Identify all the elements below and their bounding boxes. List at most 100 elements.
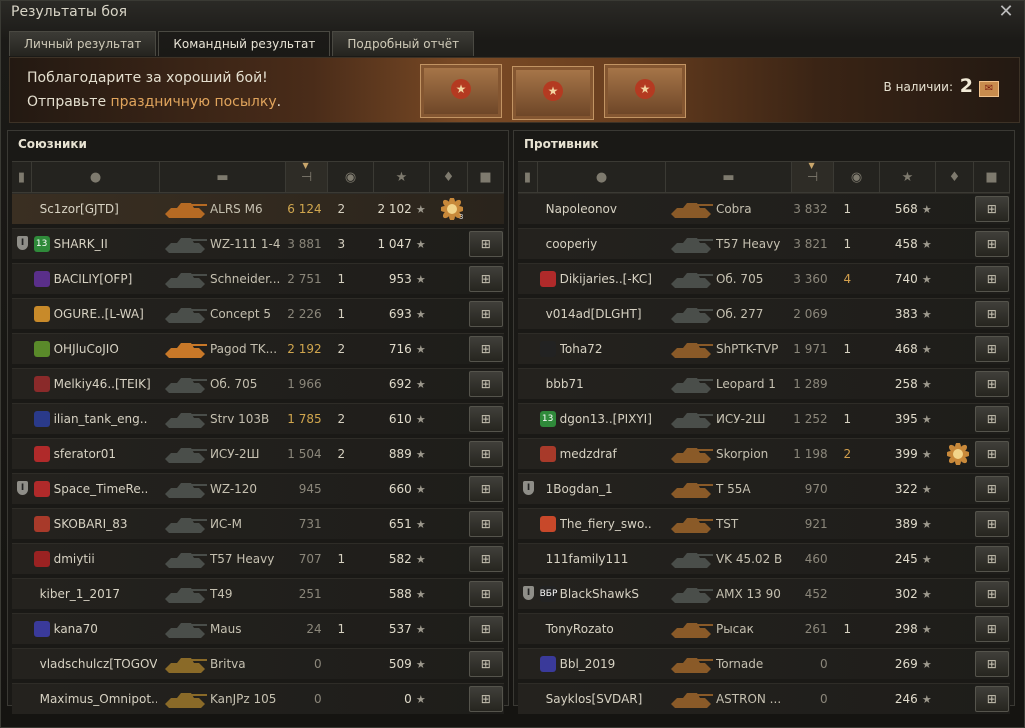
player-row[interactable]: cooperiy T57 Heavy 3 821 1 458 ★ ⊞ <box>518 228 1010 259</box>
send-gift-button[interactable]: ⊞ <box>974 476 1009 502</box>
player-row[interactable]: SKOBARI_83 ИС-М 731 651 ★ ⊞ <box>12 508 504 539</box>
frags-column-icon[interactable]: ◉ <box>834 162 880 192</box>
player-row[interactable]: Toha72 ShPTK-TVP 1 971 1 468 ★ ⊞ <box>518 333 1010 364</box>
gift-cell: ⊞ <box>974 194 1010 224</box>
send-gift-button[interactable]: ⊞ <box>974 196 1009 222</box>
send-gift-button[interactable]: ⊞ <box>974 371 1009 397</box>
tank-icon <box>157 369 210 399</box>
send-gift-button[interactable]: ⊞ <box>468 441 503 467</box>
achievement-medal-icon[interactable] <box>947 443 970 465</box>
xp-value: 389 <box>894 517 918 531</box>
send-gift-button[interactable]: ⊞ <box>468 616 503 642</box>
tank-silhouette-icon <box>165 623 208 638</box>
player-row[interactable]: I ВБР BlackShawkS AMX 13 90 452 302 ★ ⊞ <box>518 578 1010 609</box>
player-row[interactable]: The_fiery_swo.. TST 921 389 ★ ⊞ <box>518 508 1010 539</box>
player-row[interactable]: medzdraf Skorpion 1 198 2 399 ★ ⊞ <box>518 438 1010 469</box>
send-gift-button[interactable]: ⊞ <box>974 301 1009 327</box>
frags-column-icon[interactable]: ◉ <box>328 162 374 192</box>
tank-name: T 55A <box>715 482 751 496</box>
tab-detailed-report[interactable]: Подробный отчёт <box>332 31 475 56</box>
send-gift-button[interactable]: ⊞ <box>468 301 503 327</box>
send-gift-button[interactable]: ⊞ <box>468 546 503 572</box>
tank-column-icon[interactable]: ▬ <box>160 162 286 192</box>
tank-name: Об. 705 <box>209 377 258 391</box>
send-gift-button[interactable]: ⊞ <box>974 406 1009 432</box>
send-gift-button[interactable]: ⊞ <box>974 546 1009 572</box>
xp-star-icon: ★ <box>415 482 426 496</box>
send-gift-button[interactable]: ⊞ <box>468 336 503 362</box>
send-gift-button[interactable]: ⊞ <box>468 581 503 607</box>
tank-silhouette-icon <box>165 553 208 568</box>
player-row[interactable]: Sc1zor[GJTD] ALRS M6 6 124 2 2 102 ★ 3 <box>12 193 504 224</box>
tab-team-result[interactable]: Командный результат <box>158 31 331 56</box>
player-row[interactable]: dmiytii T57 Heavy 707 1 582 ★ ⊞ <box>12 543 504 574</box>
player-row[interactable]: bbb71 Leopard 1 1 289 258 ★ ⊞ <box>518 368 1010 399</box>
xp-value: 1 047 <box>377 237 412 251</box>
medal-column-icon[interactable]: ♦ <box>936 162 974 192</box>
xp-column-icon[interactable]: ★ <box>374 162 430 192</box>
squad-column-icon[interactable]: ▮ <box>12 162 32 192</box>
send-gift-button[interactable]: ⊞ <box>974 511 1009 537</box>
player-row[interactable]: I 13 SHARK_II WZ-111 1-4 3 881 3 1 047 ★ ⊞ <box>12 228 504 259</box>
xp-column-icon[interactable]: ★ <box>880 162 936 192</box>
player-row[interactable]: 13 dgon13..[PIXYI] ИСУ-2Ш 1 252 1 395 ★ ⊞ <box>518 403 1010 434</box>
player-row[interactable]: I Space_TimeRe.. WZ-120 945 660 ★ ⊞ <box>12 473 504 504</box>
gift-column-icon[interactable]: ■ <box>468 162 504 192</box>
player-row[interactable]: Napoleonov Cobra 3 832 1 568 ★ ⊞ <box>518 193 1010 224</box>
player-row[interactable]: v014ad[DLGHT] Об. 277 2 069 383 ★ ⊞ <box>518 298 1010 329</box>
gift-column-icon[interactable]: ■ <box>974 162 1010 192</box>
tank-column-icon[interactable]: ▬ <box>666 162 792 192</box>
send-gift-button[interactable]: ⊞ <box>468 651 503 677</box>
medal-cell <box>937 299 974 329</box>
squad-column-icon[interactable]: ▮ <box>518 162 538 192</box>
send-gift-button[interactable]: ⊞ <box>468 511 503 537</box>
player-row[interactable]: Sayklos[SVDAR] ASTRON ... 0 246 ★ ⊞ <box>518 683 1010 714</box>
send-gift-button[interactable]: ⊞ <box>468 266 503 292</box>
tank-name: TST <box>715 517 739 531</box>
player-row[interactable]: Melkiy46..[TEIK] Об. 705 1 966 692 ★ ⊞ <box>12 368 504 399</box>
send-gift-button[interactable]: ⊞ <box>974 266 1009 292</box>
player-row[interactable]: Maximus_Omnipot.. KanJPz 105 0 0 ★ ⊞ <box>12 683 504 714</box>
send-gift-button[interactable]: ⊞ <box>468 231 503 257</box>
player-row[interactable]: BACILIY[OFP] Schneider... 2 751 1 953 ★ ⊞ <box>12 263 504 294</box>
player-row[interactable]: Bbl_2019 Tornade 0 269 ★ ⊞ <box>518 648 1010 679</box>
tab-personal-result[interactable]: Личный результат <box>9 31 157 56</box>
player-column-icon[interactable]: ● <box>538 162 666 192</box>
send-gift-button[interactable]: ⊞ <box>974 336 1009 362</box>
player-column-icon[interactable]: ● <box>32 162 160 192</box>
damage-value: 261 <box>804 622 828 636</box>
player-row[interactable]: ilian_tank_eng.. Strv 103B 1 785 2 610 ★ ⊞ <box>12 403 504 434</box>
close-icon[interactable]: ✕ <box>996 2 1016 22</box>
player-row[interactable]: I 1Bogdan_1 T 55A 970 322 ★ ⊞ <box>518 473 1010 504</box>
send-gift-button[interactable]: ⊞ <box>974 231 1009 257</box>
player-name-cell: ilian_tank_eng.. <box>32 404 157 434</box>
player-name: vladschulcz[TOGOV] <box>39 657 158 671</box>
send-gift-button[interactable]: ⊞ <box>974 686 1009 712</box>
send-gift-button[interactable]: ⊞ <box>468 476 503 502</box>
player-row[interactable]: kana70 Maus 24 1 537 ★ ⊞ <box>12 613 504 644</box>
player-row[interactable]: OGURE..[L-WA] Concept 5 2 226 1 693 ★ ⊞ <box>12 298 504 329</box>
send-gift-button[interactable]: ⊞ <box>974 616 1009 642</box>
damage-column-icon[interactable]: ⊣ ▼ <box>792 162 834 192</box>
send-gift-button[interactable]: ⊞ <box>468 406 503 432</box>
player-row[interactable]: Dikijaries..[-KC] Об. 705 3 360 4 740 ★ ⊞ <box>518 263 1010 294</box>
banner-send-prefix: Отправьте <box>27 94 111 110</box>
send-gift-button[interactable]: ⊞ <box>974 581 1009 607</box>
achievement-medal-icon[interactable]: 3 <box>441 198 464 220</box>
holiday-parcel-link[interactable]: праздничную посылку <box>111 94 277 110</box>
player-row[interactable]: 111family111 VK 45.02 B 460 245 ★ ⊞ <box>518 543 1010 574</box>
player-row[interactable]: kiber_1_2017 T49 251 588 ★ ⊞ <box>12 578 504 609</box>
send-gift-button[interactable]: ⊞ <box>974 441 1009 467</box>
send-gift-button[interactable]: ⊞ <box>974 651 1009 677</box>
frags-value: 2 <box>337 412 346 426</box>
damage-value: 1 198 <box>793 447 828 461</box>
medal-column-icon[interactable]: ♦ <box>430 162 468 192</box>
send-gift-button[interactable]: ⊞ <box>468 686 503 712</box>
send-gift-button[interactable]: ⊞ <box>468 371 503 397</box>
damage-column-icon[interactable]: ⊣ ▼ <box>286 162 328 192</box>
tank-name: Рысак <box>715 622 754 636</box>
player-row[interactable]: OHJluCoJIO Pagod TK... 2 192 2 716 ★ ⊞ <box>12 333 504 364</box>
player-row[interactable]: vladschulcz[TOGOV] Britva 0 509 ★ ⊞ <box>12 648 504 679</box>
player-row[interactable]: TonyRozato Рысак 261 1 298 ★ ⊞ <box>518 613 1010 644</box>
player-row[interactable]: sferator01 ИСУ-2Ш 1 504 2 889 ★ ⊞ <box>12 438 504 469</box>
